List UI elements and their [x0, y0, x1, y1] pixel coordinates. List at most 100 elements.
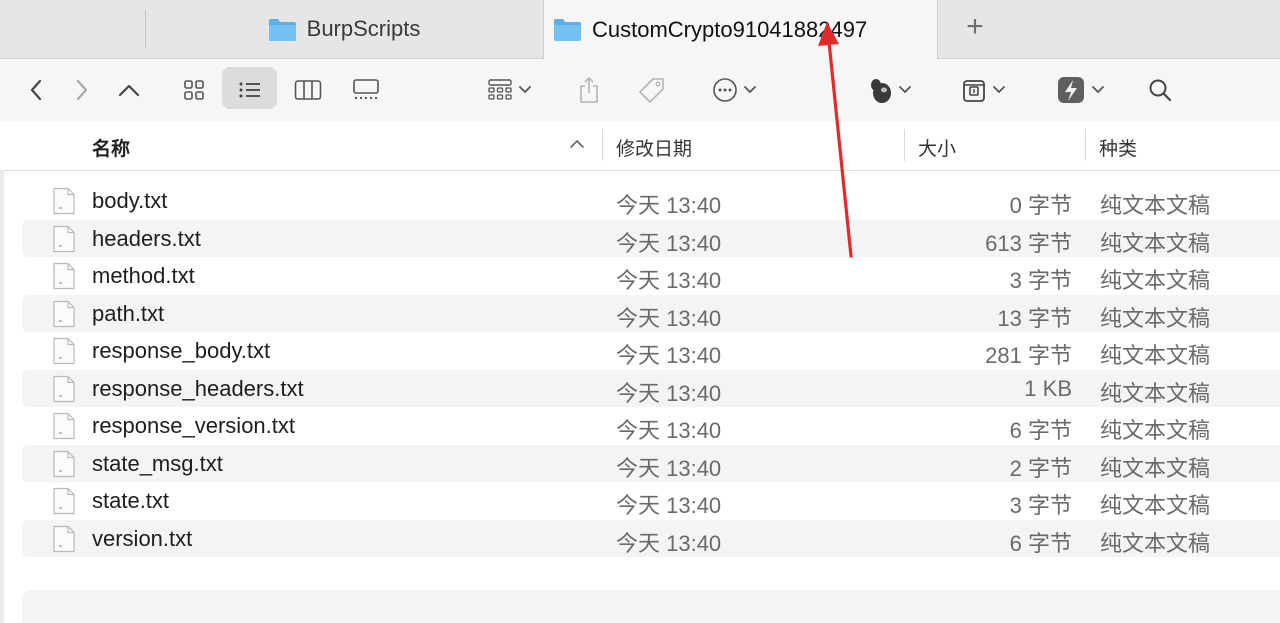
column-view-button[interactable]: [290, 59, 326, 121]
chevron-down-icon: [519, 86, 531, 94]
text-file-icon: [53, 525, 75, 552]
text-file-icon: [53, 337, 75, 365]
forward-icon: [76, 79, 88, 101]
file-name: state_msg.txt: [92, 450, 223, 476]
tag-icon: [639, 78, 664, 103]
share-button[interactable]: [572, 59, 606, 121]
app-button[interactable]: [1049, 59, 1111, 121]
column-view-icon: [294, 80, 322, 100]
file-kind: 纯文本文稿: [1100, 493, 1211, 518]
file-name: state.txt: [92, 488, 170, 513]
file-name: response_version.txt: [92, 413, 295, 438]
column-divider[interactable]: [602, 129, 603, 161]
list-view-button[interactable]: [232, 59, 268, 121]
file-size: 281 字节: [985, 343, 1072, 368]
file-kind: 纯文本文稿: [1100, 455, 1211, 481]
file-kind: 纯文本文稿: [1100, 268, 1211, 293]
back-icon: [30, 79, 42, 101]
file-list: body.txt 今天 13:40 0 字节 纯文本文稿 headers.txt 今天 1…: [0, 182, 1280, 557]
file-row[interactable]: headers.txt 今天 13:40 613 字节 纯文本文稿: [22, 219, 1280, 257]
text-file-icon: [53, 262, 75, 290]
column-header-size[interactable]: 大小: [918, 134, 956, 161]
chevron-down-icon: [899, 86, 911, 94]
file-kind: 纯文本文稿: [1100, 380, 1211, 406]
chevron-down-icon: [993, 86, 1005, 94]
gallery-view-button[interactable]: [347, 59, 385, 121]
file-kind: 纯文本文稿: [1100, 418, 1211, 443]
file-row[interactable]: state.txt 今天 13:40 3 字节 纯文本文稿: [22, 482, 1280, 520]
file-date: 今天 13:40: [616, 530, 722, 556]
search-button[interactable]: [1142, 59, 1178, 121]
group-icon: [488, 79, 512, 100]
text-file-icon: [53, 450, 75, 477]
new-tab-button[interactable]: +: [955, 10, 995, 46]
file-row[interactable]: response_body.txt 今天 13:40 281 字节 纯文本文稿: [22, 332, 1280, 370]
tab-label: BurpScripts: [306, 16, 421, 41]
tab-burpscripts[interactable]: BurpScripts: [146, 0, 542, 58]
status-strip: [22, 590, 1280, 623]
file-date: 今天 13:40: [616, 455, 722, 481]
file-date: 今天 13:40: [616, 193, 722, 218]
file-kind: 纯文本文稿: [1100, 530, 1211, 556]
file-date: 今天 13:40: [616, 493, 722, 518]
up-icon: [118, 84, 140, 97]
file-row[interactable]: body.txt 今天 13:40 0 字节 纯文本文稿: [22, 182, 1280, 220]
file-row[interactable]: path.txt 今天 13:40 13 字节 纯文本文稿: [22, 294, 1280, 332]
file-date: 今天 13:40: [616, 268, 722, 293]
file-date: 今天 13:40: [616, 418, 722, 443]
file-row[interactable]: method.txt 今天 13:40 3 字节 纯文本文稿: [22, 257, 1280, 295]
file-name: path.txt: [92, 300, 165, 326]
back-button[interactable]: [20, 59, 52, 121]
text-file-icon: [53, 225, 75, 252]
app-icon: [1058, 77, 1084, 103]
chevron-down-icon: [744, 86, 756, 94]
file-size: 13 字节: [997, 305, 1072, 331]
file-size: 3 字节: [1009, 268, 1072, 293]
tab-label: CustomCrypto91041882497: [592, 16, 868, 42]
file-size: 613 字节: [985, 230, 1072, 256]
column-header-date[interactable]: 修改日期: [616, 134, 692, 161]
archive-button[interactable]: [954, 59, 1012, 121]
sort-ascending-icon[interactable]: [570, 139, 584, 148]
extension-button[interactable]: [860, 59, 918, 121]
file-row[interactable]: version.txt 今天 13:40 6 字节 纯文本文稿: [22, 519, 1280, 557]
icon-view-icon: [184, 80, 204, 100]
text-file-icon: [53, 300, 75, 327]
file-size: 1 KB: [1024, 375, 1072, 401]
search-icon: [1149, 79, 1172, 102]
file-row[interactable]: state_msg.txt 今天 13:40 2 字节 纯文本文稿: [22, 444, 1280, 482]
column-divider[interactable]: [1085, 129, 1086, 161]
archive-icon: [963, 80, 985, 102]
folder-icon: [268, 18, 296, 41]
file-kind: 纯文本文稿: [1100, 343, 1211, 368]
chevron-down-icon: [1092, 86, 1104, 94]
column-header-kind[interactable]: 种类: [1099, 134, 1137, 161]
column-header-name[interactable]: 名称: [92, 134, 130, 161]
up-button[interactable]: [112, 59, 146, 121]
share-icon: [580, 76, 598, 103]
tab-customcrypto[interactable]: CustomCrypto91041882497: [543, 0, 938, 59]
file-size: 6 字节: [1009, 530, 1072, 556]
file-name: response_body.txt: [92, 338, 271, 363]
file-name: version.txt: [92, 525, 193, 551]
tag-button[interactable]: [633, 59, 671, 121]
file-name: method.txt: [92, 263, 195, 288]
file-row[interactable]: response_version.txt 今天 13:40 6 字节 纯文本文稿: [22, 407, 1280, 445]
file-date: 今天 13:40: [616, 305, 722, 331]
file-row[interactable]: response_headers.txt 今天 13:40 1 KB 纯文本文稿: [22, 369, 1280, 407]
text-file-icon: [53, 412, 75, 440]
column-header: 名称 修改日期 大小 种类: [0, 121, 1280, 171]
file-date: 今天 13:40: [616, 343, 722, 368]
forward-button[interactable]: [66, 59, 98, 121]
icon-view-button[interactable]: [176, 59, 212, 121]
file-date: 今天 13:40: [616, 230, 722, 256]
group-button[interactable]: [478, 59, 540, 121]
file-size: 0 字节: [1009, 193, 1072, 218]
file-name: body.txt: [92, 188, 168, 213]
file-kind: 纯文本文稿: [1100, 230, 1211, 256]
list-view-icon: [239, 82, 260, 98]
more-actions-button[interactable]: [704, 59, 764, 121]
column-divider[interactable]: [904, 129, 905, 161]
file-size: 3 字节: [1009, 493, 1072, 518]
folder-icon: [554, 19, 581, 41]
